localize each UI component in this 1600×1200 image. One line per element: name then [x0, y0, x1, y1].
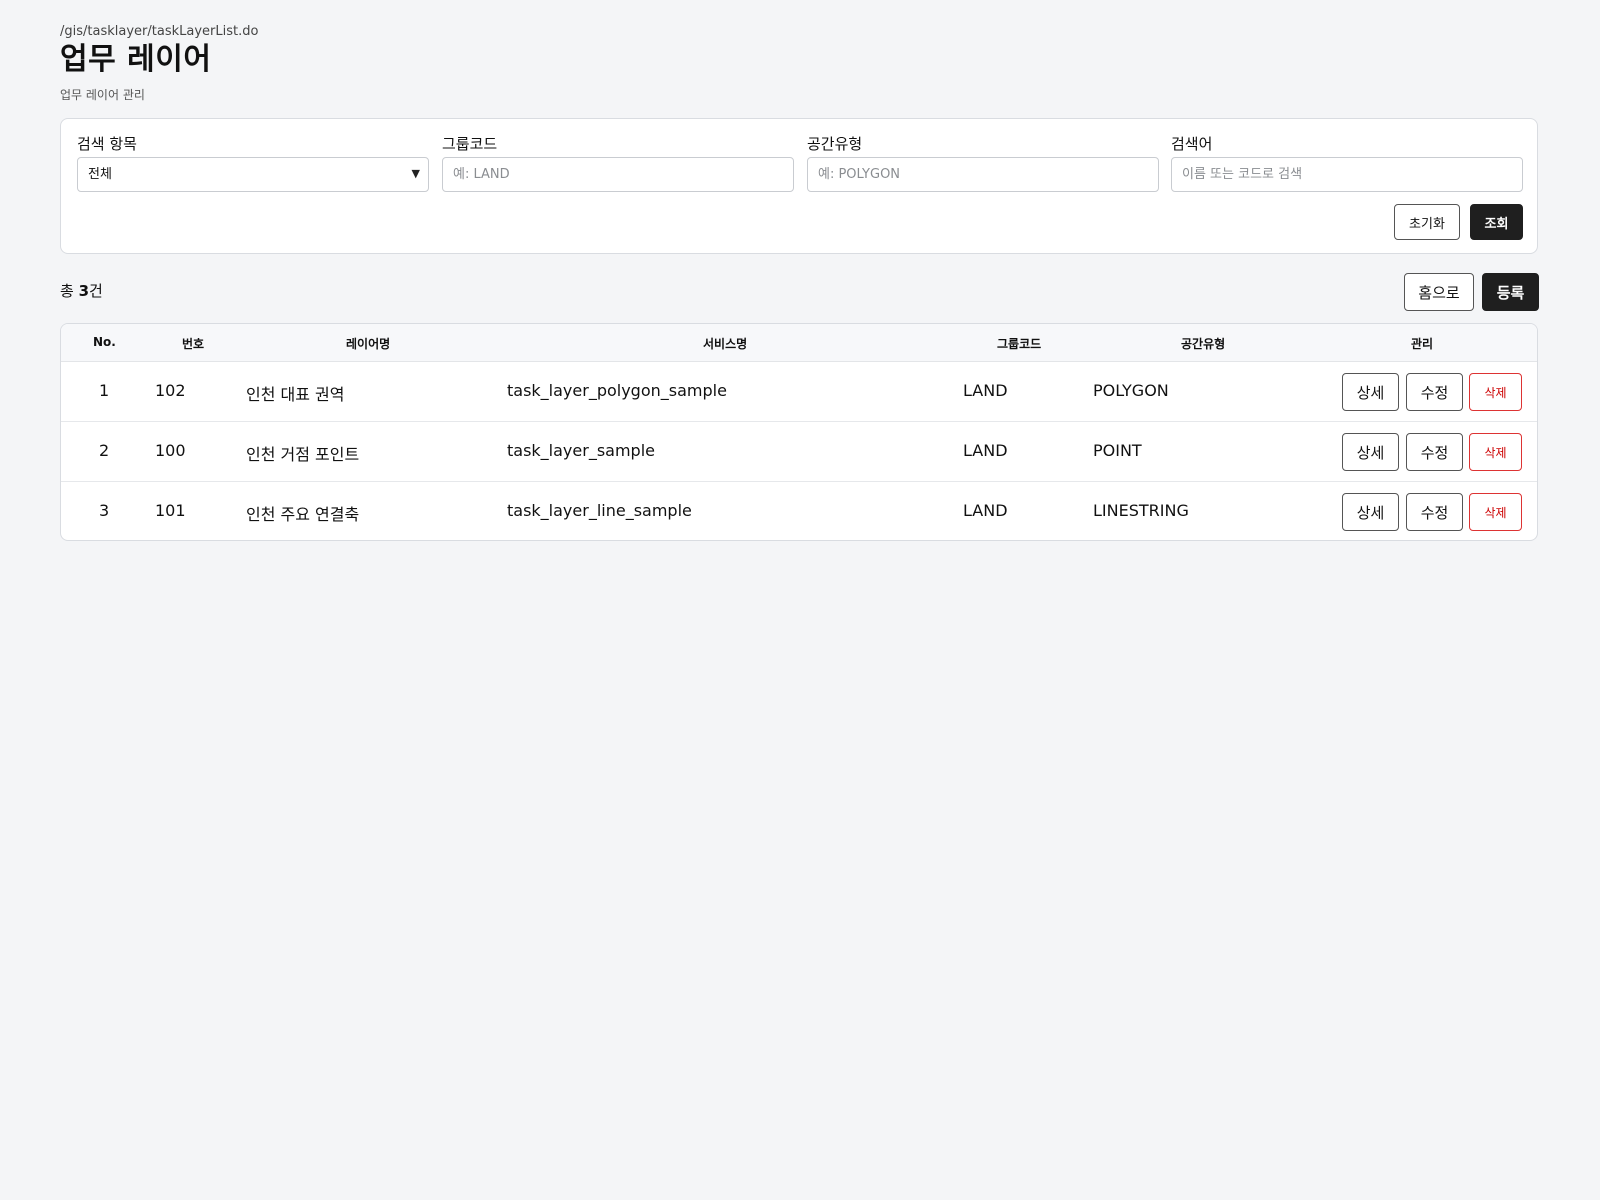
- cell-spatial-type: POLYGON: [1093, 381, 1169, 400]
- cell-layer-name: 인천 대표 권역: [246, 385, 345, 404]
- detail-button[interactable]: 상세: [1342, 373, 1399, 411]
- cell-group-code: LAND: [963, 381, 1008, 400]
- col-header-group-code: 그룹코드: [997, 337, 1042, 351]
- cell-service-name: task_layer_line_sample: [507, 501, 692, 520]
- spatial-type-label: 공간유형: [807, 135, 863, 153]
- group-code-label: 그룹코드: [442, 135, 498, 153]
- edit-button[interactable]: 수정: [1406, 373, 1463, 411]
- col-header-id: 번호: [182, 337, 205, 351]
- group-code-input[interactable]: [442, 157, 794, 192]
- delete-button[interactable]: 삭제: [1469, 373, 1522, 411]
- register-button[interactable]: 등록: [1482, 273, 1539, 311]
- page-subtitle: 업무 레이어 관리: [60, 88, 145, 102]
- detail-button[interactable]: 상세: [1342, 493, 1399, 531]
- table-header: No. 번호 레이어명 서비스명 그룹코드 공간유형 관리: [61, 324, 1537, 362]
- total-count: 총 3건: [60, 280, 103, 301]
- detail-button[interactable]: 상세: [1342, 433, 1399, 471]
- group-code-group: 그룹코드: [442, 133, 794, 192]
- spatial-type-input[interactable]: [807, 157, 1159, 192]
- cell-layer-name: 인천 주요 연결축: [246, 505, 360, 524]
- cell-id: 100: [155, 441, 186, 460]
- cell-layer-name: 인천 거점 포인트: [246, 445, 360, 464]
- col-header-no: No.: [93, 335, 116, 349]
- page: /gis/tasklayer/taskLayerList.do 업무 레이어 업…: [0, 0, 1600, 1200]
- cell-no: 2: [99, 441, 110, 460]
- search-panel: 검색 항목 전체 ▼ 그룹코드 공간유형 검색어 초기화 조회: [60, 118, 1538, 254]
- cell-id: 102: [155, 381, 186, 400]
- total-suffix: 건: [89, 282, 103, 300]
- cell-group-code: LAND: [963, 441, 1008, 460]
- cell-service-name: task_layer_sample: [507, 441, 655, 460]
- col-header-layer-name: 레이어명: [346, 337, 391, 351]
- cell-no: 1: [99, 381, 110, 400]
- spatial-type-group: 공간유형: [807, 133, 1159, 192]
- cell-spatial-type: LINESTRING: [1093, 501, 1189, 520]
- cell-group-code: LAND: [963, 501, 1008, 520]
- table-row: 3 101 인천 주요 연결축 task_layer_line_sample L…: [61, 481, 1537, 540]
- cell-no: 3: [99, 501, 110, 520]
- search-field-select[interactable]: 전체: [77, 157, 429, 192]
- table-row: 1 102 인천 대표 권역 task_layer_polygon_sample…: [61, 361, 1537, 422]
- keyword-group: 검색어: [1171, 133, 1523, 192]
- search-field-select-wrap: 전체 ▼: [77, 157, 429, 192]
- total-prefix: 총: [60, 282, 79, 300]
- keyword-label: 검색어: [1171, 135, 1213, 153]
- edit-button[interactable]: 수정: [1406, 433, 1463, 471]
- col-header-service-name: 서비스명: [703, 337, 748, 351]
- page-title: 업무 레이어: [60, 42, 212, 77]
- table-row: 2 100 인천 거점 포인트 task_layer_sample LAND P…: [61, 421, 1537, 482]
- cell-id: 101: [155, 501, 186, 520]
- cell-service-name: task_layer_polygon_sample: [507, 381, 727, 400]
- home-button[interactable]: 홈으로: [1404, 273, 1474, 311]
- delete-button[interactable]: 삭제: [1469, 433, 1522, 471]
- layer-table: No. 번호 레이어명 서비스명 그룹코드 공간유형 관리 1 102 인천 대…: [60, 323, 1538, 541]
- delete-button[interactable]: 삭제: [1469, 493, 1522, 531]
- keyword-input[interactable]: [1171, 157, 1523, 192]
- cell-spatial-type: POINT: [1093, 441, 1142, 460]
- search-field-group: 검색 항목 전체 ▼: [77, 133, 429, 192]
- search-button[interactable]: 조회: [1470, 204, 1523, 240]
- edit-button[interactable]: 수정: [1406, 493, 1463, 531]
- col-header-manage: 관리: [1411, 337, 1434, 351]
- reset-button[interactable]: 초기화: [1394, 204, 1460, 240]
- total-number: 3: [78, 282, 90, 300]
- search-field-label: 검색 항목: [77, 135, 137, 153]
- col-header-spatial-type: 공간유형: [1181, 337, 1226, 351]
